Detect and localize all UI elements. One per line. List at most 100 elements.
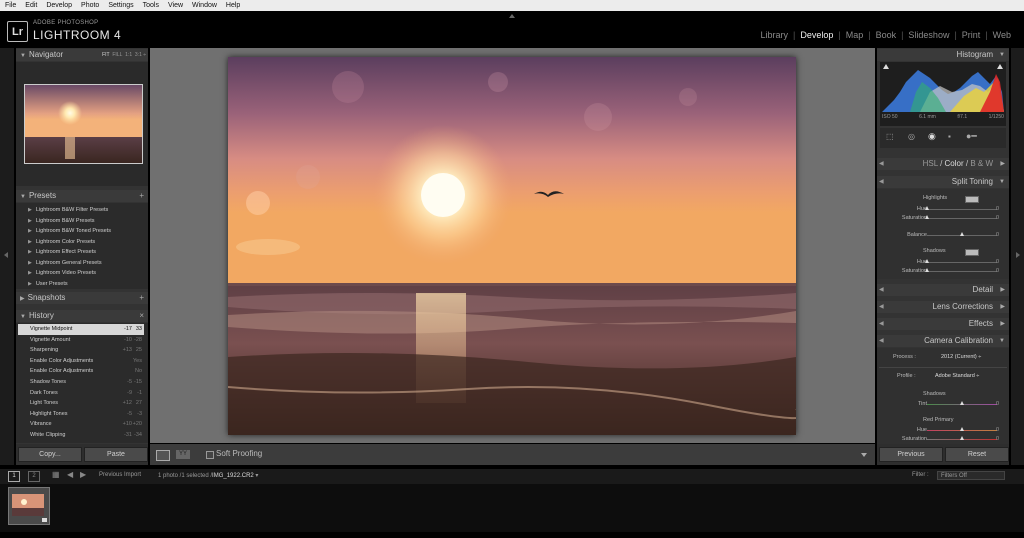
- red-primary-hue-slider[interactable]: Hue 0: [877, 426, 1009, 434]
- lens-corrections-header[interactable]: ◀ Lens Corrections ▶: [877, 301, 1009, 313]
- reset-button[interactable]: Reset: [945, 447, 1009, 462]
- loupe-view-icon[interactable]: [156, 450, 170, 461]
- highlights-saturation-slider[interactable]: Saturation 0: [877, 214, 1009, 222]
- preset-folder[interactable]: ▶ Lightroom Effect Presets: [18, 247, 144, 258]
- shadows-hue-slider[interactable]: Hue 0: [877, 258, 1009, 266]
- source-label[interactable]: Previous Import: [99, 472, 141, 478]
- before-after-icon[interactable]: YY: [176, 450, 190, 459]
- profile-dropdown[interactable]: Adobe Standard ÷: [935, 373, 979, 379]
- history-item[interactable]: Dark Tones -9 -1: [18, 388, 144, 399]
- paste-button[interactable]: Paste: [84, 447, 148, 462]
- camera-calibration-header[interactable]: ◀ Camera Calibration ▼: [877, 335, 1009, 347]
- highlights-label: Highlights: [923, 195, 948, 201]
- module-web[interactable]: Web: [988, 30, 1016, 40]
- copy-button[interactable]: Copy...: [18, 447, 82, 462]
- color-tab[interactable]: Color: [945, 159, 964, 168]
- collapse-right-arrow-icon[interactable]: [1016, 252, 1020, 258]
- menu-window[interactable]: Window: [192, 2, 217, 9]
- shadow-clipping-icon[interactable]: [883, 64, 889, 69]
- back-arrow-icon[interactable]: ◀: [67, 470, 73, 479]
- history-item[interactable]: Enable Color Adjustments No: [18, 366, 144, 377]
- spot-removal-icon[interactable]: ◎: [908, 132, 915, 141]
- menu-view[interactable]: View: [168, 2, 183, 9]
- filter-dropdown[interactable]: Filters Off: [937, 471, 1005, 480]
- collapse-left-arrow-icon[interactable]: [4, 252, 8, 258]
- hsl-header[interactable]: ◀ HSL / Color / B & W ▶: [877, 158, 1009, 170]
- snapshots-header[interactable]: ▶ Snapshots +: [16, 292, 148, 304]
- zoom-fill[interactable]: FILL: [112, 52, 122, 58]
- menu-photo[interactable]: Photo: [81, 2, 99, 9]
- navigator-thumbnail[interactable]: [24, 84, 143, 164]
- balance-slider[interactable]: Balance 0: [877, 231, 1009, 239]
- history-item[interactable]: Sharpening +13 25: [18, 345, 144, 356]
- soft-proofing-label: Soft Proofing: [216, 449, 263, 458]
- history-item[interactable]: White Clipping -31 -34: [18, 430, 144, 441]
- module-develop[interactable]: Develop: [795, 30, 838, 40]
- forward-arrow-icon[interactable]: ▶: [80, 470, 86, 479]
- red-eye-icon[interactable]: ◉: [928, 131, 936, 142]
- previous-button[interactable]: Previous: [879, 447, 943, 462]
- filmstrip-thumbnail[interactable]: [8, 487, 50, 525]
- preset-folder[interactable]: ▶ Lightroom General Presets: [18, 258, 144, 269]
- history-item[interactable]: Enable Color Adjustments Yes: [18, 356, 144, 367]
- preset-folder[interactable]: ▶ Lightroom B&W Filter Presets: [18, 205, 144, 216]
- module-library[interactable]: Library: [755, 30, 793, 40]
- preset-folder[interactable]: ▶ Lightroom Color Presets: [18, 237, 144, 248]
- presets-header[interactable]: ▼ Presets +: [16, 190, 148, 202]
- navigator-header[interactable]: ▼ Navigator FIT FILL 1:1 3:1 ÷: [16, 49, 148, 61]
- clear-history-icon[interactable]: ×: [139, 310, 144, 322]
- shadows-tint-slider[interactable]: Tint 0: [877, 400, 1009, 408]
- main-photo[interactable]: [228, 57, 796, 435]
- history-item[interactable]: Vibrance +10 +20: [18, 419, 144, 430]
- preset-folder[interactable]: ▶ Lightroom B&W Toned Presets: [18, 226, 144, 237]
- menu-edit[interactable]: Edit: [25, 2, 37, 9]
- highlights-swatch[interactable]: [965, 196, 979, 203]
- collapse-top-arrow-icon[interactable]: [509, 14, 515, 18]
- soft-proofing-checkbox[interactable]: [206, 451, 214, 459]
- preset-folder[interactable]: ▶ Lightroom Video Presets: [18, 268, 144, 279]
- histogram-header[interactable]: Histogram ▼: [877, 49, 1009, 61]
- main-window-button[interactable]: 1: [8, 471, 20, 482]
- bw-tab[interactable]: B & W: [970, 159, 993, 168]
- history-item[interactable]: Light Tones +12 27: [18, 398, 144, 409]
- process-dropdown[interactable]: 2012 (Current) ÷: [941, 354, 981, 360]
- history-list: Vignette Midpoint -17 33 Vignette Amount -1…: [16, 323, 148, 443]
- module-print[interactable]: Print: [957, 30, 986, 40]
- menu-help[interactable]: Help: [226, 2, 240, 9]
- red-primary-saturation-slider[interactable]: Saturation 0: [877, 435, 1009, 443]
- highlights-hue-slider[interactable]: Hue 0: [877, 205, 1009, 213]
- graduated-filter-icon[interactable]: ▪: [948, 132, 951, 141]
- effects-header[interactable]: ◀ Effects ▶: [877, 318, 1009, 330]
- zoom-1-1[interactable]: 1:1: [125, 52, 132, 58]
- menu-develop[interactable]: Develop: [46, 2, 72, 9]
- zoom-3-1[interactable]: 3:1: [135, 52, 142, 58]
- history-item[interactable]: Vignette Amount -10 -28: [18, 335, 144, 346]
- history-header[interactable]: ▼ History ×: [16, 310, 148, 322]
- crop-tool-icon[interactable]: ⬚: [886, 132, 894, 141]
- highlight-clipping-icon[interactable]: [997, 64, 1003, 69]
- menu-tools[interactable]: Tools: [143, 2, 159, 9]
- detail-header[interactable]: ◀ Detail ▶: [877, 284, 1009, 296]
- split-toning-header[interactable]: ◀ Split Toning ▼: [877, 176, 1009, 188]
- zoom-fit[interactable]: FIT: [102, 52, 110, 58]
- add-preset-icon[interactable]: +: [139, 190, 144, 202]
- history-item[interactable]: Vignette Midpoint -17 33: [18, 324, 144, 335]
- history-item[interactable]: Shadow Tones -5 -15: [18, 377, 144, 388]
- preset-folder[interactable]: ▶ User Presets: [18, 279, 144, 290]
- menu-file[interactable]: File: [5, 2, 16, 9]
- module-book[interactable]: Book: [871, 30, 902, 40]
- menu-settings[interactable]: Settings: [108, 2, 133, 9]
- grid-view-icon[interactable]: ▦: [52, 470, 60, 479]
- toolbar-menu-icon[interactable]: [861, 453, 867, 457]
- add-snapshot-icon[interactable]: +: [139, 292, 144, 304]
- shadows-label: Shadows: [923, 248, 946, 254]
- hsl-tab[interactable]: HSL: [923, 159, 938, 168]
- shadows-saturation-slider[interactable]: Saturation 0: [877, 267, 1009, 275]
- adjustment-brush-icon[interactable]: ●━: [966, 131, 977, 142]
- preset-folder[interactable]: ▶ Lightroom B&W Presets: [18, 216, 144, 227]
- secondary-window-button[interactable]: 2: [28, 471, 40, 482]
- module-slideshow[interactable]: Slideshow: [903, 30, 954, 40]
- module-map[interactable]: Map: [841, 30, 869, 40]
- shadows-swatch[interactable]: [965, 249, 979, 256]
- history-item[interactable]: Highlight Tones -5 -3: [18, 409, 144, 420]
